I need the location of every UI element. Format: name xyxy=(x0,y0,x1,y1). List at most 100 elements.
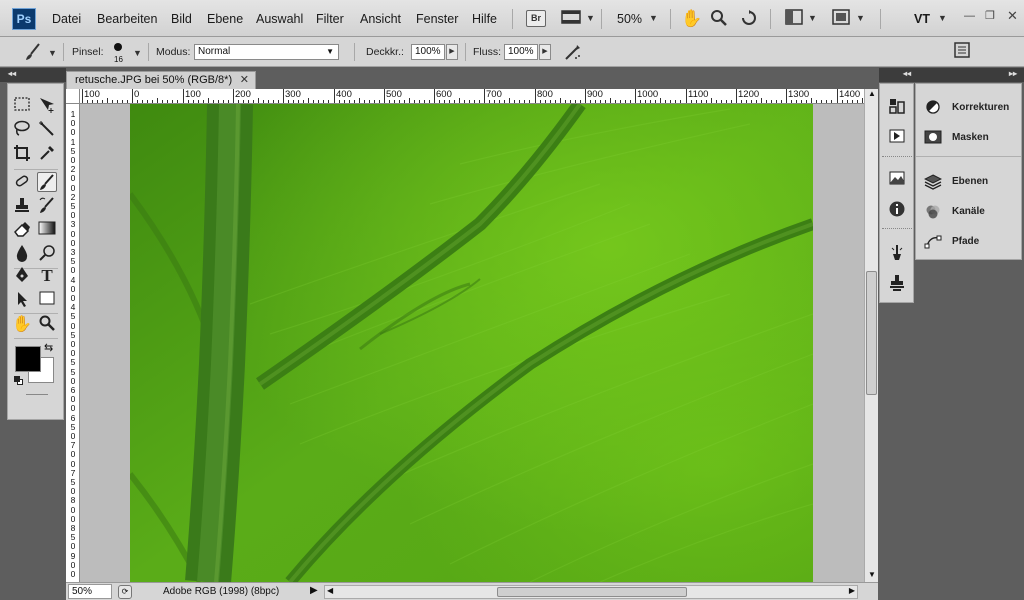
close-icon[interactable]: ✕ xyxy=(1007,8,1018,24)
panel-toggle-icon[interactable] xyxy=(952,42,972,61)
panel-ebenen[interactable]: Ebenen xyxy=(922,171,1018,193)
masks-icon xyxy=(924,130,942,146)
type-tool-icon[interactable]: T xyxy=(37,266,57,286)
crop-tool-icon[interactable] xyxy=(12,144,32,164)
bridge-button[interactable]: Br xyxy=(526,10,546,27)
maximize-icon[interactable]: ❐ xyxy=(985,9,995,22)
workspace-switcher[interactable]: VT xyxy=(914,12,930,26)
horizontal-scrollbar[interactable]: ◀ ▶ xyxy=(324,585,858,599)
flow-slider-button[interactable]: ▶ xyxy=(539,44,551,60)
foreground-color-swatch[interactable] xyxy=(15,346,41,372)
horizontal-ruler[interactable]: 100 0 100 200 300 400 500 600 700 800 900 1000 1100 1… xyxy=(66,89,866,104)
info-panel-icon[interactable] xyxy=(887,201,907,221)
menu-fenster[interactable]: Fenster xyxy=(416,12,458,26)
brush-tool-preset-icon[interactable] xyxy=(22,42,44,61)
menu-auswahl[interactable]: Auswahl xyxy=(256,12,303,26)
panel-masken[interactable]: Masken xyxy=(922,127,1018,149)
chevron-down-icon[interactable]: ▼ xyxy=(133,48,142,58)
gradient-tool-icon[interactable] xyxy=(37,220,57,240)
brush-tool-icon[interactable] xyxy=(37,172,57,192)
quick-selection-tool-icon[interactable] xyxy=(37,120,57,140)
move-tool-icon[interactable] xyxy=(37,96,57,116)
scroll-down-icon[interactable]: ▼ xyxy=(868,570,876,579)
panel-kanaele[interactable]: Kanäle xyxy=(922,201,1018,223)
menu-ansicht[interactable]: Ansicht xyxy=(360,12,401,26)
actions-panel-icon[interactable] xyxy=(887,128,907,148)
ruler-minor-tick xyxy=(801,100,802,103)
ruler-minor-tick xyxy=(620,100,621,103)
document-tab[interactable]: retusche.JPG bei 50% (RGB/8*) ✕ xyxy=(66,71,256,89)
status-menu-arrow-icon[interactable]: ▶ xyxy=(310,585,318,596)
blend-mode-select[interactable]: Normal ▼ xyxy=(194,44,339,60)
vertical-scroll-thumb[interactable] xyxy=(866,271,877,395)
lasso-tool-icon[interactable] xyxy=(12,120,32,140)
arrange-documents-icon[interactable] xyxy=(784,9,804,28)
navigator-panel-icon[interactable] xyxy=(887,170,907,190)
airbrush-icon[interactable] xyxy=(562,42,584,61)
pen-tool-icon[interactable] xyxy=(12,266,32,286)
opacity-input[interactable]: 100% xyxy=(411,44,445,60)
chevron-down-icon[interactable]: ▼ xyxy=(808,13,817,23)
blur-tool-icon[interactable] xyxy=(12,244,32,264)
menu-filter[interactable]: Filter xyxy=(316,12,344,26)
vertical-ruler[interactable]: 1001502002503003504004505005506006507007… xyxy=(66,104,80,582)
hand-tool-icon[interactable]: ✋ xyxy=(681,9,702,28)
minimize-icon[interactable]: — xyxy=(964,10,975,22)
menu-hilfe[interactable]: Hilfe xyxy=(472,12,497,26)
chevron-down-icon[interactable]: ▼ xyxy=(586,13,595,23)
menu-datei[interactable]: Datei xyxy=(52,12,81,26)
quick-mask-icon[interactable] xyxy=(26,394,48,395)
collapse-chevron-icon[interactable]: ◂◂ xyxy=(903,69,911,78)
clone-source-panel-icon[interactable] xyxy=(887,274,907,294)
swap-colors-icon[interactable]: ⇆ xyxy=(44,341,53,354)
rotate-view-icon[interactable] xyxy=(739,9,759,28)
history-brush-tool-icon[interactable] xyxy=(37,196,57,216)
history-panel-icon[interactable] xyxy=(887,98,907,118)
canvas-area[interactable] xyxy=(80,104,864,582)
default-colors-icon[interactable] xyxy=(14,376,23,385)
leaf-photo[interactable] xyxy=(130,104,813,582)
dodge-tool-icon[interactable] xyxy=(37,244,57,264)
status-info-icon[interactable]: ⟳ xyxy=(118,585,132,599)
zoom-tool-icon[interactable] xyxy=(37,315,57,335)
mini-bridge-icon[interactable] xyxy=(560,9,582,28)
clone-stamp-tool-icon[interactable] xyxy=(12,196,32,216)
zoom-level-menu[interactable]: 50% xyxy=(617,12,642,26)
vertical-scrollbar[interactable]: ▲ ▼ xyxy=(864,89,878,582)
spot-healing-brush-icon[interactable] xyxy=(12,172,32,192)
scroll-left-icon[interactable]: ◀ xyxy=(327,586,333,595)
menu-bild[interactable]: Bild xyxy=(171,12,192,26)
panel-korrekturen[interactable]: Korrekturen xyxy=(922,97,1018,119)
screen-mode-icon[interactable] xyxy=(831,9,851,28)
flow-input[interactable]: 100% xyxy=(504,44,538,60)
menu-bearbeiten[interactable]: Bearbeiten xyxy=(97,12,157,26)
ruler-corner[interactable] xyxy=(66,89,80,104)
scroll-right-icon[interactable]: ▶ xyxy=(849,586,855,595)
eyedropper-tool-icon[interactable] xyxy=(37,144,57,164)
hand-tool-icon[interactable]: ✋ xyxy=(12,315,32,335)
close-icon[interactable]: ✕ xyxy=(240,72,249,88)
photoshop-logo[interactable]: Ps xyxy=(12,8,36,30)
brush-presets-panel-icon[interactable] xyxy=(887,244,907,264)
toolbox-header[interactable]: ◂◂ xyxy=(0,68,66,82)
toolbox-separator xyxy=(14,338,58,339)
marquee-tool-icon[interactable] xyxy=(12,96,32,116)
opacity-slider-button[interactable]: ▶ xyxy=(446,44,458,60)
zoom-field[interactable]: 50% xyxy=(68,584,112,599)
chevron-down-icon[interactable]: ▼ xyxy=(649,13,658,23)
menu-ebene[interactable]: Ebene xyxy=(207,12,243,26)
chevron-down-icon[interactable]: ▼ xyxy=(856,13,865,23)
dock-header[interactable]: ◂◂ ▸▸ xyxy=(879,68,1024,82)
panel-pfade[interactable]: Pfade xyxy=(922,231,1018,253)
expand-chevron-icon[interactable]: ▸▸ xyxy=(1009,69,1017,78)
path-selection-tool-icon[interactable] xyxy=(12,290,32,310)
chevron-down-icon[interactable]: ▼ xyxy=(48,48,57,58)
horizontal-scroll-thumb[interactable] xyxy=(497,587,687,597)
chevron-down-icon[interactable]: ▼ xyxy=(938,13,947,23)
brush-preview-icon[interactable] xyxy=(114,43,122,51)
collapse-chevron-icon[interactable]: ◂◂ xyxy=(8,69,16,78)
eraser-tool-icon[interactable] xyxy=(12,220,32,240)
zoom-tool-icon[interactable] xyxy=(709,9,729,28)
scroll-up-icon[interactable]: ▲ xyxy=(868,89,876,98)
shape-tool-icon[interactable] xyxy=(37,290,57,310)
